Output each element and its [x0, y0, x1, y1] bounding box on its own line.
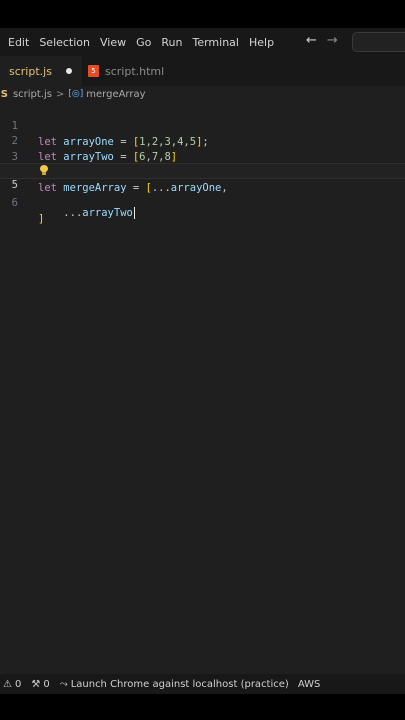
code-line: 2 let arrayTwo = [6,7,8] [0, 117, 405, 163]
code-line: 6 ] [0, 179, 405, 225]
back-arrow-icon[interactable]: ← [306, 33, 317, 48]
identifier: arrayTwo [82, 207, 133, 219]
menu-terminal[interactable]: Terminal [192, 36, 239, 49]
tab-label: script.js [9, 64, 52, 78]
command-center-search[interactable] [352, 32, 405, 52]
status-bar: ⚠ 0 ⚒ 0 ⤳ Launch Chrome against localhos… [0, 674, 405, 694]
breadcrumb-symbol[interactable]: mergeArray [86, 89, 145, 100]
breadcrumb: JS script.js > [◎] mergeArray [0, 86, 405, 102]
tab-script-html[interactable]: 5 script.html [88, 56, 164, 86]
radio-tower-icon: ⚒ [31, 678, 41, 690]
menu-view[interactable]: View [100, 36, 126, 49]
title-bar: Edit Selection View Go Run Terminal Help… [0, 28, 405, 56]
app-window: Edit Selection View Go Run Terminal Help… [0, 0, 405, 720]
forward-arrow-icon[interactable]: → [327, 33, 338, 48]
line-number: 6 [11, 197, 18, 209]
ports-count: 0 [43, 678, 50, 690]
menu-bar: Edit Selection View Go Run Terminal Help [0, 36, 274, 49]
chevron-right-icon: > [55, 88, 65, 100]
code-text: ] [38, 211, 44, 227]
editor-tabs: script.js 5 script.html [0, 56, 405, 86]
js-file-icon: JS [0, 88, 8, 100]
code-editor[interactable]: 1 let arrayOne = [1,2,3,4,5]; 2 let arra… [0, 102, 405, 674]
problems-count: 0 [14, 678, 22, 690]
code-line: 1 let arrayOne = [1,2,3,4,5]; [0, 102, 405, 148]
warning-icon: ⚠ [3, 678, 12, 690]
tab-label: script.html [105, 64, 165, 78]
code-line: 4 let mergeArray = [...arrayOne, [0, 148, 405, 194]
menu-run[interactable]: Run [161, 36, 182, 49]
history-nav: ← → [306, 33, 338, 48]
code-line-active: 5 ...arrayTwo [0, 163, 405, 219]
html5-icon: 5 [88, 65, 99, 77]
menu-edit[interactable]: Edit [8, 36, 29, 49]
debug-launch-item[interactable]: ⤳ Launch Chrome against localhost (pract… [60, 679, 289, 690]
text-cursor [133, 207, 135, 219]
unsaved-dot-icon[interactable] [66, 68, 72, 74]
breadcrumb-file[interactable]: script.js [13, 89, 52, 100]
tab-script-js[interactable]: script.js [0, 56, 82, 86]
variable-symbol-icon: [◎] [68, 89, 84, 99]
launch-config-label: Launch Chrome against localhost (practic… [70, 678, 289, 690]
menu-go[interactable]: Go [136, 36, 151, 49]
aws-item[interactable]: AWS [298, 679, 321, 690]
menu-selection[interactable]: Selection [39, 36, 90, 49]
menu-help[interactable]: Help [249, 36, 274, 49]
spread-operator: ... [63, 207, 83, 219]
lightbulb-icon[interactable] [40, 165, 48, 175]
ports-indicator[interactable]: ⚒ 0 [31, 679, 49, 690]
code-text: ...arrayTwo [38, 206, 135, 220]
problems-indicator[interactable]: ⚠ 0 [3, 679, 21, 690]
code-line: 3 [0, 133, 405, 163]
debug-launch-icon: ⤳ [59, 678, 68, 690]
bracket: ] [38, 213, 45, 225]
